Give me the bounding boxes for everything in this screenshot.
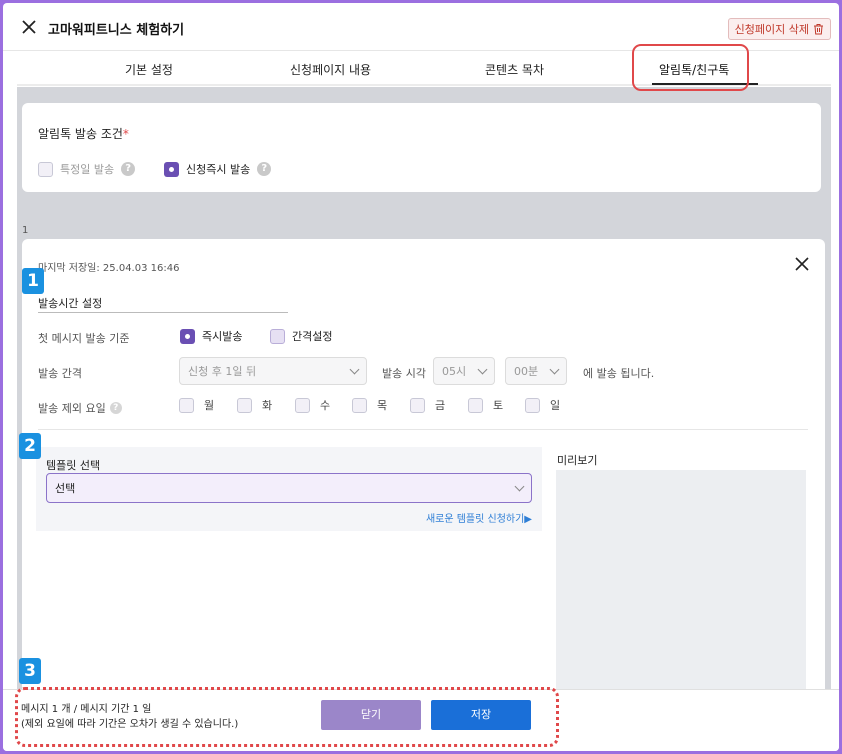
divider <box>38 429 808 430</box>
immediate-radio[interactable] <box>164 161 179 177</box>
last-saved-text: 마지막 저장일: 25.04.03 16:46 <box>38 263 180 274</box>
step-badge-2: 2 <box>19 433 41 459</box>
step-badge-1: 1 <box>22 268 44 294</box>
day-label: 금 <box>435 399 446 412</box>
tab-basic-settings[interactable]: 기본 설정 <box>125 61 173 78</box>
option-specific-date[interactable]: 특정일 발송 ? <box>38 161 136 177</box>
day-checkbox-wed[interactable]: 수 <box>295 397 330 413</box>
tab-content-toc[interactable]: 콘텐츠 목차 <box>485 61 544 78</box>
option-immediate[interactable]: 신청즉시 발송 ? <box>164 161 272 177</box>
message-index: 1 <box>22 225 29 236</box>
exclude-days-row-label: 발송 제외 요일 ? <box>38 400 122 416</box>
minute-select[interactable]: 00분 <box>505 357 567 385</box>
chevron-down-icon <box>549 364 560 375</box>
help-icon[interactable]: ? <box>257 162 272 176</box>
delete-page-button[interactable]: 신청페이지 삭제 <box>727 18 831 40</box>
send-condition-card: 알림톡 발송 조건* 특정일 발송 ? 신청즉시 발송 ? <box>22 103 821 192</box>
title-underline <box>38 312 288 313</box>
help-icon[interactable]: ? <box>121 162 136 176</box>
tab-application-content[interactable]: 신청페이지 내용 <box>290 61 371 78</box>
preview-label: 미리보기 <box>557 454 598 467</box>
immediate-label: 신청즉시 발송 <box>186 163 251 176</box>
interval-label: 발송 간격 <box>38 367 82 380</box>
option-interval[interactable]: 간격설정 <box>270 328 332 344</box>
interval-option-label: 간격설정 <box>292 330 333 343</box>
day-label: 토 <box>493 399 504 412</box>
day-label: 화 <box>262 399 273 412</box>
specific-date-checkbox[interactable] <box>38 161 53 177</box>
option-send-immediately[interactable]: 즉시발송 <box>180 328 242 344</box>
minute-value: 00분 <box>514 365 539 378</box>
day-label: 일 <box>550 399 561 412</box>
preview-area <box>556 470 806 699</box>
checkbox[interactable] <box>295 397 310 413</box>
message-card: 마지막 저장일: 25.04.03 16:46 발송시간 설정 첫 메시지 발송… <box>22 239 825 699</box>
hour-value: 05시 <box>442 365 467 378</box>
app-window: 고마워피트니스 체험하기 신청페이지 삭제 기본 설정 신청페이지 내용 콘텐츠… <box>3 3 839 751</box>
step-badge-3: 3 <box>19 658 41 684</box>
checkbox[interactable] <box>410 397 425 413</box>
day-checkbox-sun[interactable]: 일 <box>525 397 560 413</box>
interval-radio[interactable] <box>270 328 285 344</box>
close-icon[interactable] <box>21 19 37 35</box>
day-checkbox-sat[interactable]: 토 <box>468 397 503 413</box>
day-checkbox-thu[interactable]: 목 <box>352 397 387 413</box>
specific-date-label: 특정일 발송 <box>60 163 115 176</box>
day-checkbox-mon[interactable]: 월 <box>179 397 214 413</box>
hour-select[interactable]: 05시 <box>433 357 495 385</box>
template-select[interactable]: 선택 <box>46 473 532 503</box>
interval-value: 신청 후 1일 뒤 <box>188 365 257 378</box>
send-immediately-label: 즉시발송 <box>202 330 243 343</box>
checkbox[interactable] <box>352 397 367 413</box>
day-checkbox-tue[interactable]: 화 <box>237 397 272 413</box>
day-label: 월 <box>204 399 215 412</box>
template-value: 선택 <box>55 482 76 495</box>
template-panel: 템플릿 선택 선택 새로운 템플릿 신청하기▶ <box>36 447 542 531</box>
exclude-days-label: 발송 제외 요일 <box>38 402 106 415</box>
send-time-label: 발송 시각 <box>382 367 426 380</box>
tab-highlight-box <box>632 44 749 91</box>
chevron-down-icon <box>477 364 488 375</box>
checkbox[interactable] <box>525 397 540 413</box>
help-icon[interactable]: ? <box>109 402 122 414</box>
required-mark: * <box>122 127 129 141</box>
day-checkbox-fri[interactable]: 금 <box>410 397 445 413</box>
delete-button-label: 신청페이지 삭제 <box>734 23 809 36</box>
time-setting-title: 발송시간 설정 <box>38 297 103 310</box>
template-label: 템플릿 선택 <box>46 459 101 472</box>
chevron-down-icon <box>514 481 525 492</box>
day-label: 목 <box>377 399 388 412</box>
send-condition-title-text: 알림톡 발송 조건 <box>38 127 123 141</box>
checkbox[interactable] <box>237 397 252 413</box>
close-icon[interactable] <box>795 257 809 271</box>
chevron-down-icon <box>349 364 360 375</box>
footer-highlight-box <box>15 687 559 747</box>
page-title: 고마워피트니스 체험하기 <box>48 23 185 38</box>
new-template-link[interactable]: 새로운 템플릿 신청하기▶ <box>426 510 532 525</box>
first-message-label: 첫 메시지 발송 기준 <box>38 332 130 345</box>
send-condition-title: 알림톡 발송 조건* <box>38 125 129 142</box>
trash-icon <box>814 24 823 35</box>
day-label: 수 <box>320 399 331 412</box>
send-suffix-text: 에 발송 됩니다. <box>583 367 655 380</box>
checkbox[interactable] <box>179 397 194 413</box>
checkbox[interactable] <box>468 397 483 413</box>
interval-select[interactable]: 신청 후 1일 뒤 <box>179 357 367 385</box>
send-immediately-radio[interactable] <box>180 328 195 344</box>
